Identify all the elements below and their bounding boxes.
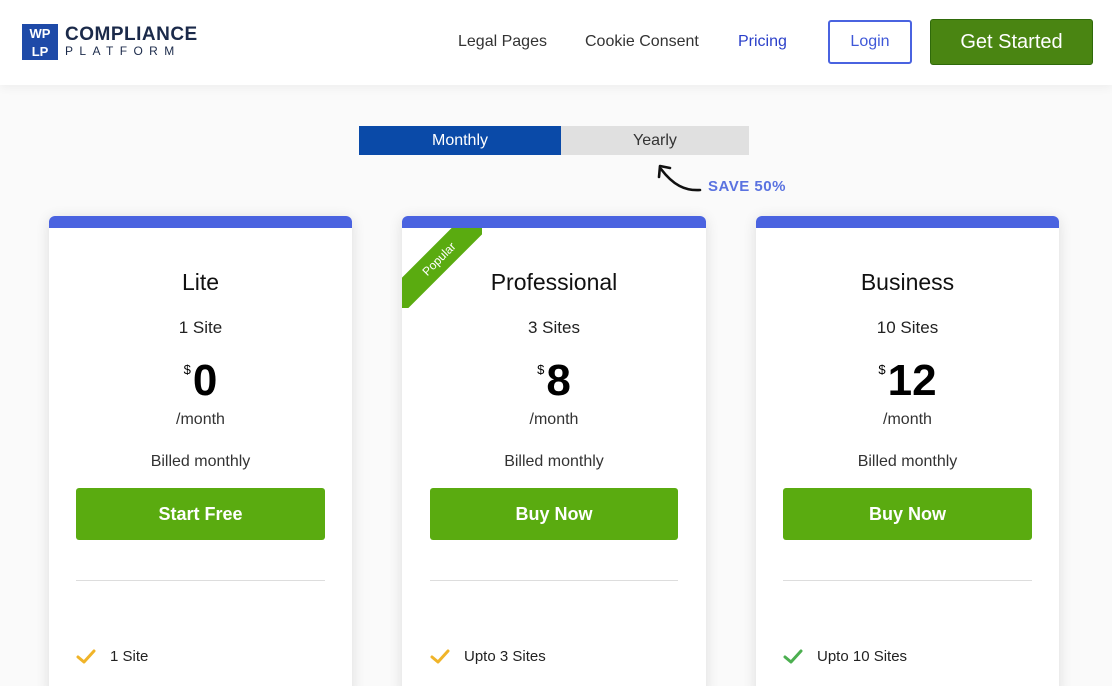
logo-line-2: PLATFORM xyxy=(65,43,181,58)
popular-ribbon: Popular xyxy=(402,228,482,308)
start-free-button[interactable]: Start Free xyxy=(76,488,325,540)
card-top-bar xyxy=(402,216,706,228)
plan-period: /month xyxy=(883,411,932,428)
price-amount: 0 xyxy=(192,356,218,405)
plan-billed: Billed monthly xyxy=(857,453,958,470)
check-icon xyxy=(783,649,803,663)
billing-toggle: Monthly Yearly xyxy=(359,126,749,155)
plan-card-business: Business 10 Sites $12 /month Billed mont… xyxy=(756,216,1059,686)
card-divider xyxy=(783,580,1032,581)
plan-sites: 1 Site xyxy=(178,318,223,337)
card-top-bar xyxy=(756,216,1059,228)
feature-item: Upto 3 Sites xyxy=(430,648,546,665)
logo[interactable]: WP LP COMPLIANCE PLATFORM xyxy=(22,24,198,60)
logo-mark-w: WP xyxy=(29,25,51,41)
feature-label: Upto 3 Sites xyxy=(464,648,546,665)
plan-price: $8 xyxy=(402,356,706,406)
card-top-bar xyxy=(49,216,352,228)
site-header: WP LP COMPLIANCE PLATFORM Legal Pages Co… xyxy=(0,0,1112,85)
logo-mark-l: LP xyxy=(31,43,49,59)
card-divider xyxy=(76,580,325,581)
plan-name: Professional xyxy=(490,269,618,295)
feature-label: Upto 10 Sites xyxy=(817,648,908,665)
toggle-monthly[interactable]: Monthly xyxy=(359,126,561,155)
buy-now-button-business[interactable]: Buy Now xyxy=(783,488,1032,540)
plan-name: Business xyxy=(860,269,955,295)
plan-period: /month xyxy=(176,411,225,428)
plan-sites: 10 Sites xyxy=(876,318,939,337)
price-amount: 12 xyxy=(887,356,937,405)
feature-item: 1 Site xyxy=(76,648,148,665)
login-button[interactable]: Login xyxy=(828,20,912,64)
plan-billed: Billed monthly xyxy=(150,453,251,470)
currency-symbol: $ xyxy=(537,362,545,377)
get-started-button[interactable]: Get Started xyxy=(930,19,1093,65)
plan-period: /month xyxy=(529,411,579,428)
feature-label: 1 Site xyxy=(110,648,149,665)
logo-mark: WP LP xyxy=(22,24,58,60)
price-amount: 8 xyxy=(546,356,571,405)
logo-text: COMPLIANCE PLATFORM xyxy=(65,23,198,59)
buy-now-button-professional[interactable]: Buy Now xyxy=(430,488,678,540)
plan-billed: Billed monthly xyxy=(504,453,604,470)
save-note: SAVE 50% xyxy=(708,178,786,195)
logo-line-1: COMPLIANCE xyxy=(65,23,198,45)
plan-card-professional: Popular Professional 3 Sites $8 /month B… xyxy=(402,216,706,686)
currency-symbol: $ xyxy=(878,362,886,377)
plan-price: $12 xyxy=(756,356,1059,406)
currency-symbol: $ xyxy=(183,362,191,377)
nav-cookie-consent[interactable]: Cookie Consent xyxy=(585,33,699,51)
feature-item: Upto 10 Sites xyxy=(783,648,907,665)
nav-pricing[interactable]: Pricing xyxy=(738,33,787,51)
plan-price: $0 xyxy=(49,356,352,406)
check-icon xyxy=(430,649,450,663)
check-icon xyxy=(76,649,96,663)
nav-legal-pages[interactable]: Legal Pages xyxy=(458,33,547,51)
plan-sites: 3 Sites xyxy=(528,318,580,337)
ribbon-label: Popular xyxy=(402,228,482,308)
curved-arrow-icon xyxy=(657,164,702,192)
card-divider xyxy=(430,580,678,581)
plan-card-lite: Lite 1 Site $0 /month Billed monthly Sta… xyxy=(49,216,352,686)
toggle-yearly[interactable]: Yearly xyxy=(561,126,749,155)
plan-name: Lite xyxy=(181,269,220,295)
